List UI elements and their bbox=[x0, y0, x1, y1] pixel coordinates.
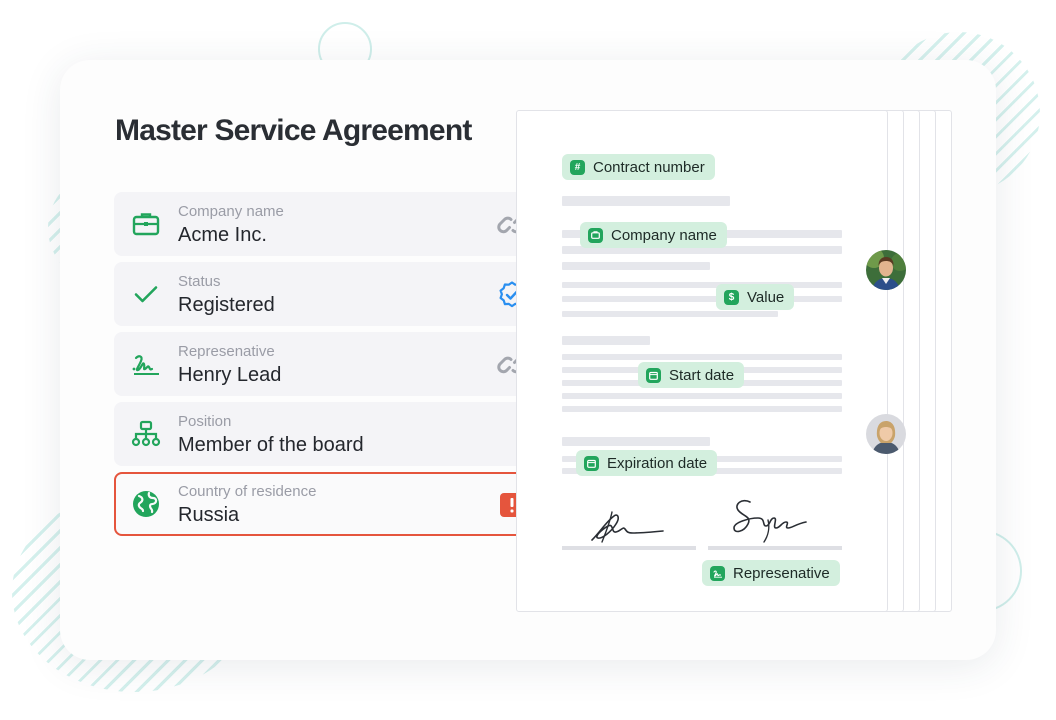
tag-company-name[interactable]: Company name bbox=[580, 222, 727, 248]
tag-label: Value bbox=[747, 288, 785, 306]
avatar-collaborator-man[interactable] bbox=[866, 250, 906, 290]
field-label: Position bbox=[178, 413, 232, 430]
signature-image-left bbox=[591, 511, 664, 543]
text-line bbox=[562, 354, 842, 360]
org-chart-icon bbox=[131, 419, 161, 449]
briefcase-icon bbox=[588, 227, 603, 243]
field-value: Acme Inc. bbox=[178, 224, 267, 246]
check-icon bbox=[131, 279, 161, 309]
tag-representative[interactable]: Represenative bbox=[702, 560, 840, 586]
field-value: Henry Lead bbox=[178, 364, 282, 386]
field-label: Company name bbox=[178, 203, 284, 220]
field-company-name[interactable]: Company name Acme Inc. bbox=[114, 192, 542, 256]
field-position[interactable]: Position Member of the board bbox=[114, 402, 542, 466]
tag-label: Start date bbox=[669, 366, 735, 384]
hash-icon: # bbox=[570, 159, 585, 175]
text-line bbox=[562, 393, 842, 399]
tag-label: Expiration date bbox=[607, 454, 708, 472]
text-line bbox=[562, 336, 650, 345]
field-label: Status bbox=[178, 273, 221, 290]
tag-contract-number[interactable]: # Contract number bbox=[562, 154, 715, 180]
text-line bbox=[562, 437, 710, 446]
field-label: Represenative bbox=[178, 343, 275, 360]
field-value: Russia bbox=[178, 504, 240, 526]
signature-icon bbox=[710, 565, 725, 581]
tag-label: Contract number bbox=[593, 158, 705, 176]
field-value: Registered bbox=[178, 294, 275, 316]
field-country-of-residence[interactable]: Country of residence Russia bbox=[114, 472, 542, 536]
text-line bbox=[562, 311, 778, 317]
avatar-collaborator-woman[interactable] bbox=[866, 414, 906, 454]
tag-label: Represenative bbox=[733, 564, 830, 582]
dollar-icon: $ bbox=[724, 289, 739, 305]
signature-line bbox=[562, 546, 696, 550]
field-status[interactable]: Status Registered bbox=[114, 262, 542, 326]
text-line bbox=[562, 196, 730, 206]
text-line bbox=[562, 406, 842, 412]
briefcase-icon bbox=[131, 209, 161, 239]
field-representative[interactable]: Represenative Henry Lead bbox=[114, 332, 542, 396]
tag-expiration-date[interactable]: Expiration date bbox=[576, 450, 718, 476]
signature-line bbox=[708, 546, 842, 550]
calendar-icon bbox=[584, 455, 599, 471]
signature-icon bbox=[131, 349, 161, 379]
tag-label: Company name bbox=[611, 226, 717, 244]
field-value: Member of the board bbox=[178, 434, 364, 456]
signature-image-right bbox=[733, 499, 807, 543]
text-line bbox=[562, 296, 842, 302]
calendar-icon bbox=[646, 367, 661, 383]
document-page bbox=[516, 110, 888, 612]
page-title: Master Service Agreement bbox=[115, 114, 472, 147]
tag-value[interactable]: $ Value bbox=[716, 284, 795, 310]
globe-icon bbox=[131, 489, 161, 519]
field-label: Country of residence bbox=[178, 483, 317, 500]
text-line bbox=[562, 262, 710, 270]
text-line bbox=[562, 282, 842, 288]
tag-start-date[interactable]: Start date bbox=[638, 362, 745, 388]
